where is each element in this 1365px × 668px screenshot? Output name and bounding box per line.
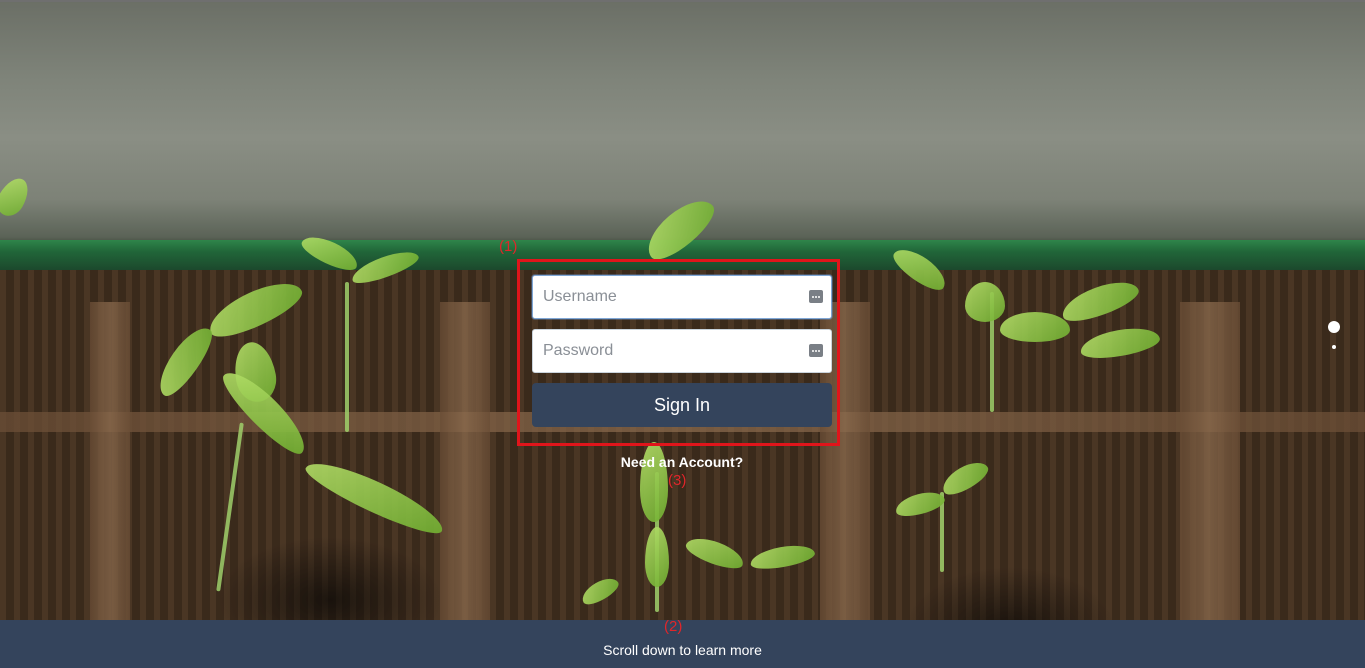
password-manager-key-icon[interactable] [809,344,823,357]
login-page: (1) Sign In Need an Account? (3) (2) Scr… [0,0,1365,668]
username-field [532,275,832,319]
login-form: Sign In [532,275,832,427]
password-manager-key-icon[interactable] [809,290,823,303]
username-input[interactable] [533,276,813,318]
background-seedling [1000,312,1070,342]
need-account-link[interactable]: Need an Account? [532,454,832,470]
background-tray-wall [440,302,490,620]
sign-in-button[interactable]: Sign In [532,383,832,427]
carousel-dot-active[interactable] [1328,321,1340,333]
annotation-marker-3: (3) [668,472,687,489]
background-tray-wall [1180,302,1240,620]
background-tray-wall [90,302,130,620]
background-seedling [0,173,35,221]
password-field [532,329,832,373]
footer-bar: (2) Scroll down to learn more [0,618,1365,668]
scroll-hint-link[interactable]: Scroll down to learn more [0,642,1365,658]
carousel-dot[interactable] [1332,345,1336,349]
background-seedling [345,282,349,432]
background-seedling [965,282,1005,322]
annotation-marker-1: (1) [499,238,518,255]
password-input[interactable] [533,330,813,372]
annotation-marker-2: (2) [664,618,683,635]
